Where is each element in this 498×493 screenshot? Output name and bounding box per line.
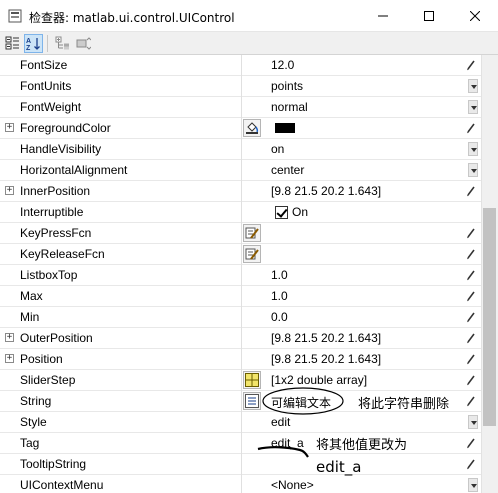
tag-underline-mark [257,446,309,458]
tag-annotation: 将其他值更改为 [316,438,408,453]
tag-target-annotation: edit_a [316,458,362,476]
string-circle-mark [262,387,344,415]
string-annotation: 将此字符串删除 [358,397,450,412]
annotation-layer [257,387,344,458]
